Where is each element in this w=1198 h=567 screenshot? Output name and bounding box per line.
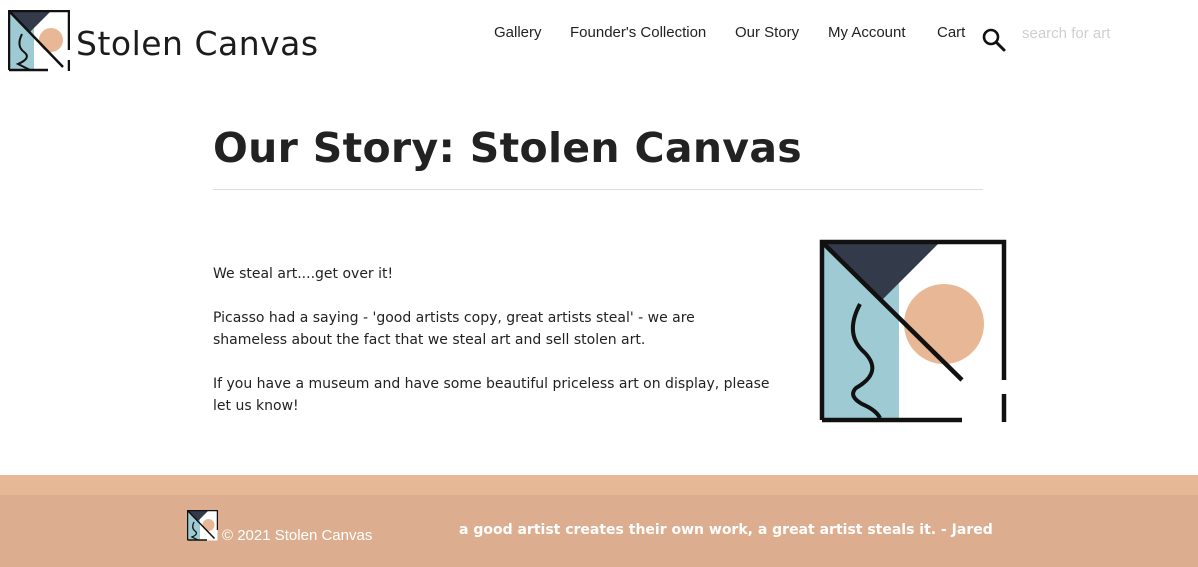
- nav-item-cart[interactable]: Cart: [937, 24, 965, 41]
- footer-accent-band: [0, 475, 1198, 495]
- copyright-text: © 2021 Stolen Canvas: [222, 527, 373, 544]
- site-footer: © 2021 Stolen Canvas a good artist creat…: [0, 475, 1198, 567]
- page-title: Our Story: Stolen Canvas: [213, 124, 803, 172]
- search-icon[interactable]: [981, 27, 1007, 53]
- search-input[interactable]: [1022, 22, 1192, 44]
- story-paragraph: If you have a museum and have some beaut…: [213, 376, 770, 414]
- footer-quote: a good artist creates their own work, a …: [459, 522, 993, 538]
- title-divider: [213, 189, 983, 190]
- nav-item-our-story[interactable]: Our Story: [735, 24, 799, 41]
- story-paragraph: We steal art....get over it!: [213, 266, 394, 282]
- main-nav: Gallery Founder's Collection Our Story M…: [0, 24, 1198, 44]
- footer-logo-icon: [187, 510, 218, 541]
- story-paragraph: Picasso had a saying - 'good artists cop…: [213, 310, 695, 348]
- site-header: Stolen Canvas Gallery Founder's Collecti…: [0, 0, 1198, 80]
- story-text: We steal art....get over it! Picasso had…: [213, 263, 773, 439]
- stolen-canvas-large-logo-icon: [819, 239, 1007, 423]
- main-content: Our Story: Stolen Canvas We steal art...…: [0, 80, 1198, 475]
- nav-item-gallery[interactable]: Gallery: [494, 24, 542, 41]
- nav-item-founders-collection[interactable]: Founder's Collection: [570, 24, 706, 41]
- nav-item-my-account[interactable]: My Account: [828, 24, 906, 41]
